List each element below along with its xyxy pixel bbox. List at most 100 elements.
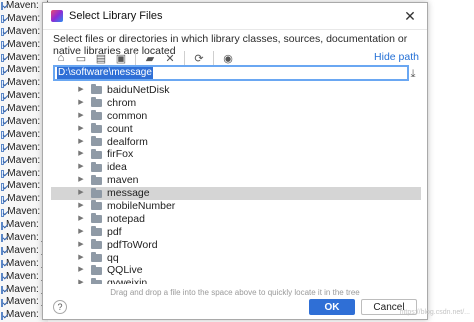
new-folder-icon[interactable]: ▰ <box>142 50 158 66</box>
expand-arrow-icon[interactable]: ▶ <box>77 163 85 172</box>
expand-arrow-icon[interactable]: ▶ <box>77 266 85 275</box>
expand-arrow-icon[interactable]: ▶ <box>77 86 85 94</box>
expand-arrow-icon[interactable]: ▶ <box>77 138 85 146</box>
checkbox-icon[interactable] <box>1 15 5 24</box>
project-icon[interactable]: ▤ <box>93 50 109 66</box>
expand-arrow-icon[interactable]: ▶ <box>77 99 85 107</box>
background-list-item[interactable]: Maven: c <box>0 116 48 129</box>
checkbox-icon[interactable] <box>1 247 3 256</box>
expand-arrow-icon[interactable]: ▶ <box>77 254 85 262</box>
background-list-item[interactable]: Maven: ja <box>0 271 48 284</box>
background-list-item[interactable]: Maven: ch.qos.logback:l <box>0 0 48 13</box>
tree-node[interactable]: ▶ notepad <box>51 213 421 226</box>
checkbox-icon[interactable] <box>1 273 3 282</box>
expand-arrow-icon[interactable]: ▶ <box>77 215 85 223</box>
tree-node-label: message <box>107 187 150 200</box>
ok-button[interactable]: OK <box>309 299 355 315</box>
background-list-item[interactable]: Maven: c <box>0 168 48 181</box>
background-list-item[interactable]: Maven: c <box>0 142 48 155</box>
background-list-item[interactable]: Maven: ja <box>0 284 48 297</box>
background-list-item[interactable]: Maven: c <box>0 193 48 206</box>
expand-arrow-icon[interactable]: ▶ <box>77 150 85 159</box>
tree-node[interactable]: ▶ mobileNumber <box>51 200 421 213</box>
background-list-item[interactable]: Maven: c <box>0 26 48 39</box>
tree-node[interactable]: ▶ common <box>51 110 421 123</box>
background-list-item[interactable]: Maven: c <box>0 13 48 26</box>
close-icon[interactable]: ✕ <box>401 8 419 25</box>
background-list-item[interactable]: Maven: ja <box>0 258 48 271</box>
help-button[interactable]: ? <box>53 300 67 314</box>
show-hidden-icon[interactable]: ◉ <box>220 50 236 66</box>
module-icon[interactable]: ▣ <box>113 50 129 66</box>
checkbox-icon[interactable] <box>1 144 5 153</box>
expand-arrow-icon[interactable]: ▶ <box>77 112 85 120</box>
checkbox-icon[interactable] <box>1 131 5 140</box>
expand-arrow-icon[interactable]: ▶ <box>77 241 85 249</box>
expand-arrow-icon[interactable]: ▶ <box>77 125 85 133</box>
checkbox-icon[interactable] <box>1 41 5 50</box>
background-list-item[interactable]: Maven: c <box>0 77 48 90</box>
background-list-item[interactable]: Maven: c <box>0 129 48 142</box>
delete-icon[interactable]: ✕ <box>162 50 178 66</box>
expand-arrow-icon[interactable]: ▶ <box>77 202 85 210</box>
background-list-item[interactable]: Maven: c <box>0 64 48 77</box>
background-list-item[interactable]: Maven: c <box>0 155 48 168</box>
tree-node[interactable]: ▶ baiduNetDisk <box>51 84 421 97</box>
tree-node[interactable]: ▶ QQLive <box>51 264 421 277</box>
tree-node[interactable]: ▶ firFox <box>51 148 421 161</box>
background-list-item[interactable]: Maven: c <box>0 103 48 116</box>
checkbox-icon[interactable] <box>1 105 5 114</box>
checkbox-icon[interactable] <box>1 195 5 204</box>
expand-arrow-icon[interactable]: ▶ <box>77 189 85 198</box>
path-input[interactable]: D:\software\message <box>53 65 409 81</box>
checkbox-icon[interactable] <box>1 2 3 11</box>
tree-node[interactable]: ▶ pdfToWord <box>51 239 421 252</box>
checkbox-icon[interactable] <box>1 170 5 179</box>
background-list-item[interactable]: Maven: ja <box>0 232 48 245</box>
checkbox-icon[interactable] <box>1 182 5 191</box>
desktop-icon[interactable]: ▭ <box>73 50 89 66</box>
checkbox-icon[interactable] <box>1 298 3 307</box>
background-list-item[interactable]: Maven: io <box>0 219 48 232</box>
checkbox-icon[interactable] <box>1 311 3 320</box>
checkbox-icon[interactable] <box>1 92 5 101</box>
checkbox-icon[interactable] <box>1 234 3 243</box>
background-list-item[interactable]: Maven: lo <box>0 309 48 322</box>
background-list-item[interactable]: Maven: c <box>0 206 48 219</box>
checkbox-icon[interactable] <box>1 286 3 295</box>
checkbox-icon[interactable] <box>1 66 5 75</box>
checkbox-icon[interactable] <box>1 260 3 269</box>
checkbox-icon[interactable] <box>1 79 5 88</box>
home-icon[interactable]: ⌂ <box>53 50 69 66</box>
tree-node[interactable]: ▶ dealform <box>51 136 421 149</box>
tree-node[interactable]: ▶ message <box>51 187 421 201</box>
tree-node[interactable]: ▶ maven <box>51 174 421 187</box>
download-icon[interactable]: ⤓ <box>407 67 419 81</box>
expand-arrow-icon[interactable]: ▶ <box>77 279 85 284</box>
background-list-item[interactable]: Maven: ju <box>0 296 48 309</box>
checkbox-icon[interactable] <box>1 221 3 230</box>
background-list-item[interactable]: Maven: c <box>0 52 48 65</box>
tree-node[interactable]: ▶ count <box>51 123 421 136</box>
tree-node[interactable]: ▶ qq <box>51 252 421 265</box>
checkbox-icon[interactable] <box>1 54 5 62</box>
dialog-footer: ? OK Cancel <box>43 297 427 319</box>
checkbox-icon[interactable] <box>1 28 5 37</box>
checkbox-icon[interactable] <box>1 157 5 166</box>
hide-path-link[interactable]: Hide path <box>374 51 419 63</box>
tree-node[interactable]: ▶ pdf <box>51 226 421 239</box>
checkbox-icon[interactable] <box>1 118 5 127</box>
background-list-item[interactable]: Maven: ja <box>0 245 48 258</box>
expand-arrow-icon[interactable]: ▶ <box>77 176 85 185</box>
tree-node[interactable]: ▶ chrom <box>51 97 421 110</box>
expand-arrow-icon[interactable]: ▶ <box>77 228 85 236</box>
tree-node[interactable]: ▶ qyweixin <box>51 277 421 284</box>
folder-icon <box>91 148 102 159</box>
file-tree[interactable]: ▶ baiduNetDisk ▶ chrom ▶ common ▶ count ▶ dealfor… <box>51 84 421 284</box>
tree-node[interactable]: ▶ idea <box>51 161 421 174</box>
background-list-item[interactable]: Maven: c <box>0 90 48 103</box>
background-list-item[interactable]: Maven: c <box>0 39 48 52</box>
background-list-item[interactable]: Maven: c <box>0 180 48 193</box>
checkbox-icon[interactable] <box>1 208 5 217</box>
refresh-icon[interactable]: ⟳ <box>191 50 207 66</box>
